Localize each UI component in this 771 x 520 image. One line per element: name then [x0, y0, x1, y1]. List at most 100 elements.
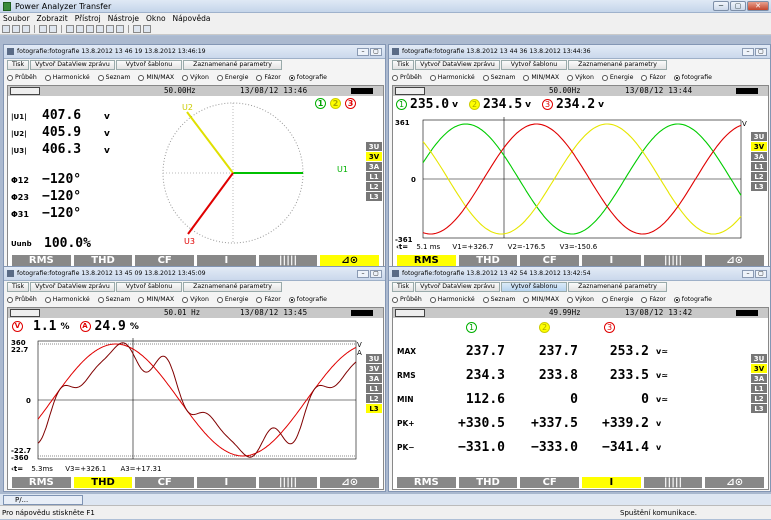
- tab-rms[interactable]: RMS: [12, 477, 71, 488]
- radio-prubeh[interactable]: Průběh: [7, 295, 37, 305]
- dataview-report-button[interactable]: Vytvoř DataView zprávu: [30, 60, 115, 70]
- radio-prubeh[interactable]: Průběh: [7, 73, 37, 83]
- print-icon[interactable]: [22, 25, 30, 33]
- radio-fotografie[interactable]: fotografie: [288, 295, 327, 305]
- window-maximize-button[interactable]: ▢: [755, 48, 767, 56]
- window-maximize-button[interactable]: ▢: [370, 48, 382, 56]
- dataview-report-button[interactable]: Vytvoř DataView zprávu: [415, 60, 500, 70]
- side-3u[interactable]: 3U: [366, 354, 382, 364]
- recorded-params-button[interactable]: Zaznamenané parametry: [568, 60, 667, 70]
- recorded-params-button[interactable]: Zaznamenané parametry: [183, 60, 282, 70]
- side-3u[interactable]: 3U: [366, 142, 382, 152]
- tab-phasor[interactable]: ⊿⊙: [705, 255, 765, 266]
- radio-seznam[interactable]: Seznam: [97, 73, 130, 83]
- tab-cf[interactable]: CF: [520, 477, 580, 488]
- tab-thd[interactable]: THD: [458, 255, 518, 266]
- instrument-icon[interactable]: [66, 25, 74, 33]
- side-l3[interactable]: L3: [366, 192, 382, 202]
- connect-icon[interactable]: [39, 25, 47, 33]
- side-3v[interactable]: 3V: [366, 364, 382, 374]
- radio-fazor[interactable]: Fázor: [256, 73, 281, 83]
- tab-rms[interactable]: RMS: [397, 255, 456, 266]
- print-button[interactable]: Tisk: [7, 60, 30, 70]
- menu-okno[interactable]: Okno: [146, 13, 166, 24]
- recorded-params-button[interactable]: Zaznamenané parametry: [183, 282, 282, 292]
- radio-prubeh[interactable]: Průběh: [392, 295, 422, 305]
- tab-thd[interactable]: THD: [73, 477, 133, 488]
- radio-vykon[interactable]: Výkon: [567, 73, 594, 83]
- template-button[interactable]: Vytvoř šablonu: [500, 60, 568, 70]
- tab-thd[interactable]: THD: [458, 477, 518, 488]
- menu-soubor[interactable]: Soubor: [3, 13, 30, 24]
- radio-energie[interactable]: Energie: [216, 295, 248, 305]
- tab-phasor[interactable]: ⊿⊙: [320, 255, 380, 266]
- side-3a[interactable]: 3A: [366, 162, 382, 172]
- radio-seznam[interactable]: Seznam: [482, 73, 515, 83]
- tab-harmonics[interactable]: |||||: [258, 255, 318, 266]
- view-icon[interactable]: [86, 25, 94, 33]
- new-icon[interactable]: [2, 25, 10, 33]
- window-maximize-button[interactable]: ▢: [370, 270, 382, 278]
- radio-energie[interactable]: Energie: [601, 295, 633, 305]
- side-l3[interactable]: L3: [366, 404, 382, 414]
- side-l2[interactable]: L2: [366, 394, 382, 404]
- tab-unbalance[interactable]: I: [197, 255, 256, 266]
- tab-harmonics[interactable]: |||||: [258, 477, 318, 488]
- radio-fazor[interactable]: Fázor: [256, 295, 281, 305]
- window-minimize-button[interactable]: –: [357, 48, 369, 56]
- radio-fazor[interactable]: Fázor: [641, 295, 666, 305]
- radio-fotografie[interactable]: fotografie: [673, 295, 712, 305]
- radio-fotografie[interactable]: fotografie: [288, 73, 327, 83]
- side-l3[interactable]: L3: [751, 404, 767, 414]
- tab-cf[interactable]: CF: [520, 255, 580, 266]
- side-l2[interactable]: L2: [751, 172, 767, 182]
- maximize-button[interactable]: ▢: [730, 1, 746, 11]
- radio-energie[interactable]: Energie: [216, 73, 248, 83]
- tools-icon[interactable]: [76, 25, 84, 33]
- side-3v[interactable]: 3V: [751, 364, 767, 374]
- dataview-report-button[interactable]: Vytvoř DataView zprávu: [415, 282, 500, 292]
- radio-energie[interactable]: Energie: [601, 73, 633, 83]
- tab-cf[interactable]: CF: [135, 477, 195, 488]
- tab-rms[interactable]: RMS: [397, 477, 456, 488]
- menu-nastroje[interactable]: Nástroje: [108, 13, 139, 24]
- word-icon[interactable]: [116, 25, 124, 33]
- tab-unbalance[interactable]: I: [197, 477, 256, 488]
- menu-zobrazit[interactable]: Zobrazit: [37, 13, 68, 24]
- template-button[interactable]: Vytvoř šablonu: [115, 282, 183, 292]
- window-icon[interactable]: [106, 25, 114, 33]
- window-minimize-button[interactable]: –: [742, 48, 754, 56]
- side-3v[interactable]: 3V: [751, 142, 767, 152]
- menu-pristroj[interactable]: Přístroj: [75, 13, 101, 24]
- tab-unbalance[interactable]: I: [582, 477, 641, 488]
- radio-minmax[interactable]: MIN/MAX: [138, 73, 174, 83]
- window-maximize-button[interactable]: ▢: [755, 270, 767, 278]
- side-3a[interactable]: 3A: [751, 152, 767, 162]
- transfer-icon[interactable]: [49, 25, 57, 33]
- recorded-params-button[interactable]: Zaznamenané parametry: [568, 282, 667, 292]
- tab-harmonics[interactable]: |||||: [643, 477, 703, 488]
- side-l1[interactable]: L1: [751, 384, 767, 394]
- print-button[interactable]: Tisk: [7, 282, 30, 292]
- side-3u[interactable]: 3U: [751, 132, 767, 142]
- radio-harmonicke[interactable]: Harmonické: [44, 295, 90, 305]
- radio-minmax[interactable]: MIN/MAX: [138, 295, 174, 305]
- template-button[interactable]: Vytvoř šablonu: [115, 60, 183, 70]
- side-3v[interactable]: 3V: [366, 152, 382, 162]
- side-l2[interactable]: L2: [751, 394, 767, 404]
- print-button[interactable]: Tisk: [392, 282, 415, 292]
- radio-harmonicke[interactable]: Harmonické: [44, 73, 90, 83]
- side-3u[interactable]: 3U: [751, 354, 767, 364]
- radio-fotografie[interactable]: fotografie: [673, 73, 712, 83]
- tab-harmonics[interactable]: |||||: [643, 255, 703, 266]
- radio-seznam[interactable]: Seznam: [97, 295, 130, 305]
- radio-harmonicke[interactable]: Harmonické: [429, 295, 475, 305]
- radio-vykon[interactable]: Výkon: [182, 295, 209, 305]
- tab-rms[interactable]: RMS: [12, 255, 71, 266]
- dataview-report-button[interactable]: Vytvoř DataView zprávu: [30, 282, 115, 292]
- radio-seznam[interactable]: Seznam: [482, 295, 515, 305]
- template-button[interactable]: Vytvoř šablonu: [500, 282, 568, 292]
- taskbar-item[interactable]: P/...: [3, 495, 83, 505]
- tab-thd[interactable]: THD: [73, 255, 133, 266]
- window-minimize-button[interactable]: –: [357, 270, 369, 278]
